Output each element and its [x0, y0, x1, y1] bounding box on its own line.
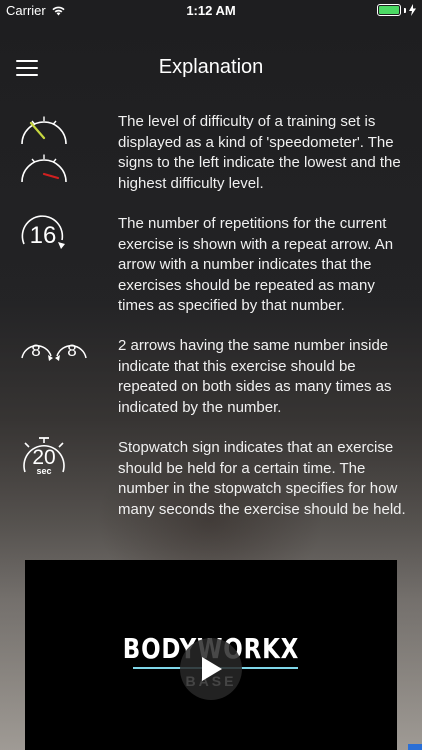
explanation-row-repetitions: 16 The number of repetitions for the cur… [0, 212, 422, 314]
explanation-text: Stopwatch sign indicates that an exercis… [118, 439, 406, 518]
play-icon [202, 657, 222, 681]
explanation-text: The level of difficulty of a training se… [118, 113, 401, 192]
status-bar: Carrier 1:12 AM [0, 0, 422, 22]
nav-bar: Explanation [0, 44, 422, 88]
repeat-count: 16 [30, 222, 57, 249]
explanation-text: 2 arrows having the same number inside i… [118, 337, 392, 416]
battery-nub [404, 7, 406, 13]
stopwatch-icon: 20 sec [23, 437, 65, 476]
charging-icon [409, 4, 416, 16]
repeat-arrow-icon: 16 [21, 215, 65, 249]
explanation-row-difficulty: The level of difficulty of a training se… [0, 110, 422, 192]
speedometer-icon [21, 116, 67, 183]
battery-icon [377, 4, 401, 16]
explanation-row-hold-time: 20 sec Stopwatch sign indicates that an … [0, 436, 422, 536]
status-time: 1:12 AM [186, 3, 236, 18]
double-arrow-icon: 8 8 [21, 341, 87, 361]
status-right [377, 4, 416, 16]
page-title: Explanation [158, 56, 264, 78]
corner-accent [408, 744, 422, 750]
side-count-left: 8 [31, 341, 40, 360]
play-button[interactable] [180, 638, 242, 700]
video-player[interactable]: BODYWORKX BASE [25, 560, 397, 750]
explanation-text: The number of repetitions for the curren… [118, 215, 394, 314]
stopwatch-unit: sec [36, 466, 51, 476]
side-count-right: 8 [67, 341, 76, 360]
explanation-row-both-sides: 8 8 2 arrows having the same number insi… [0, 336, 422, 416]
